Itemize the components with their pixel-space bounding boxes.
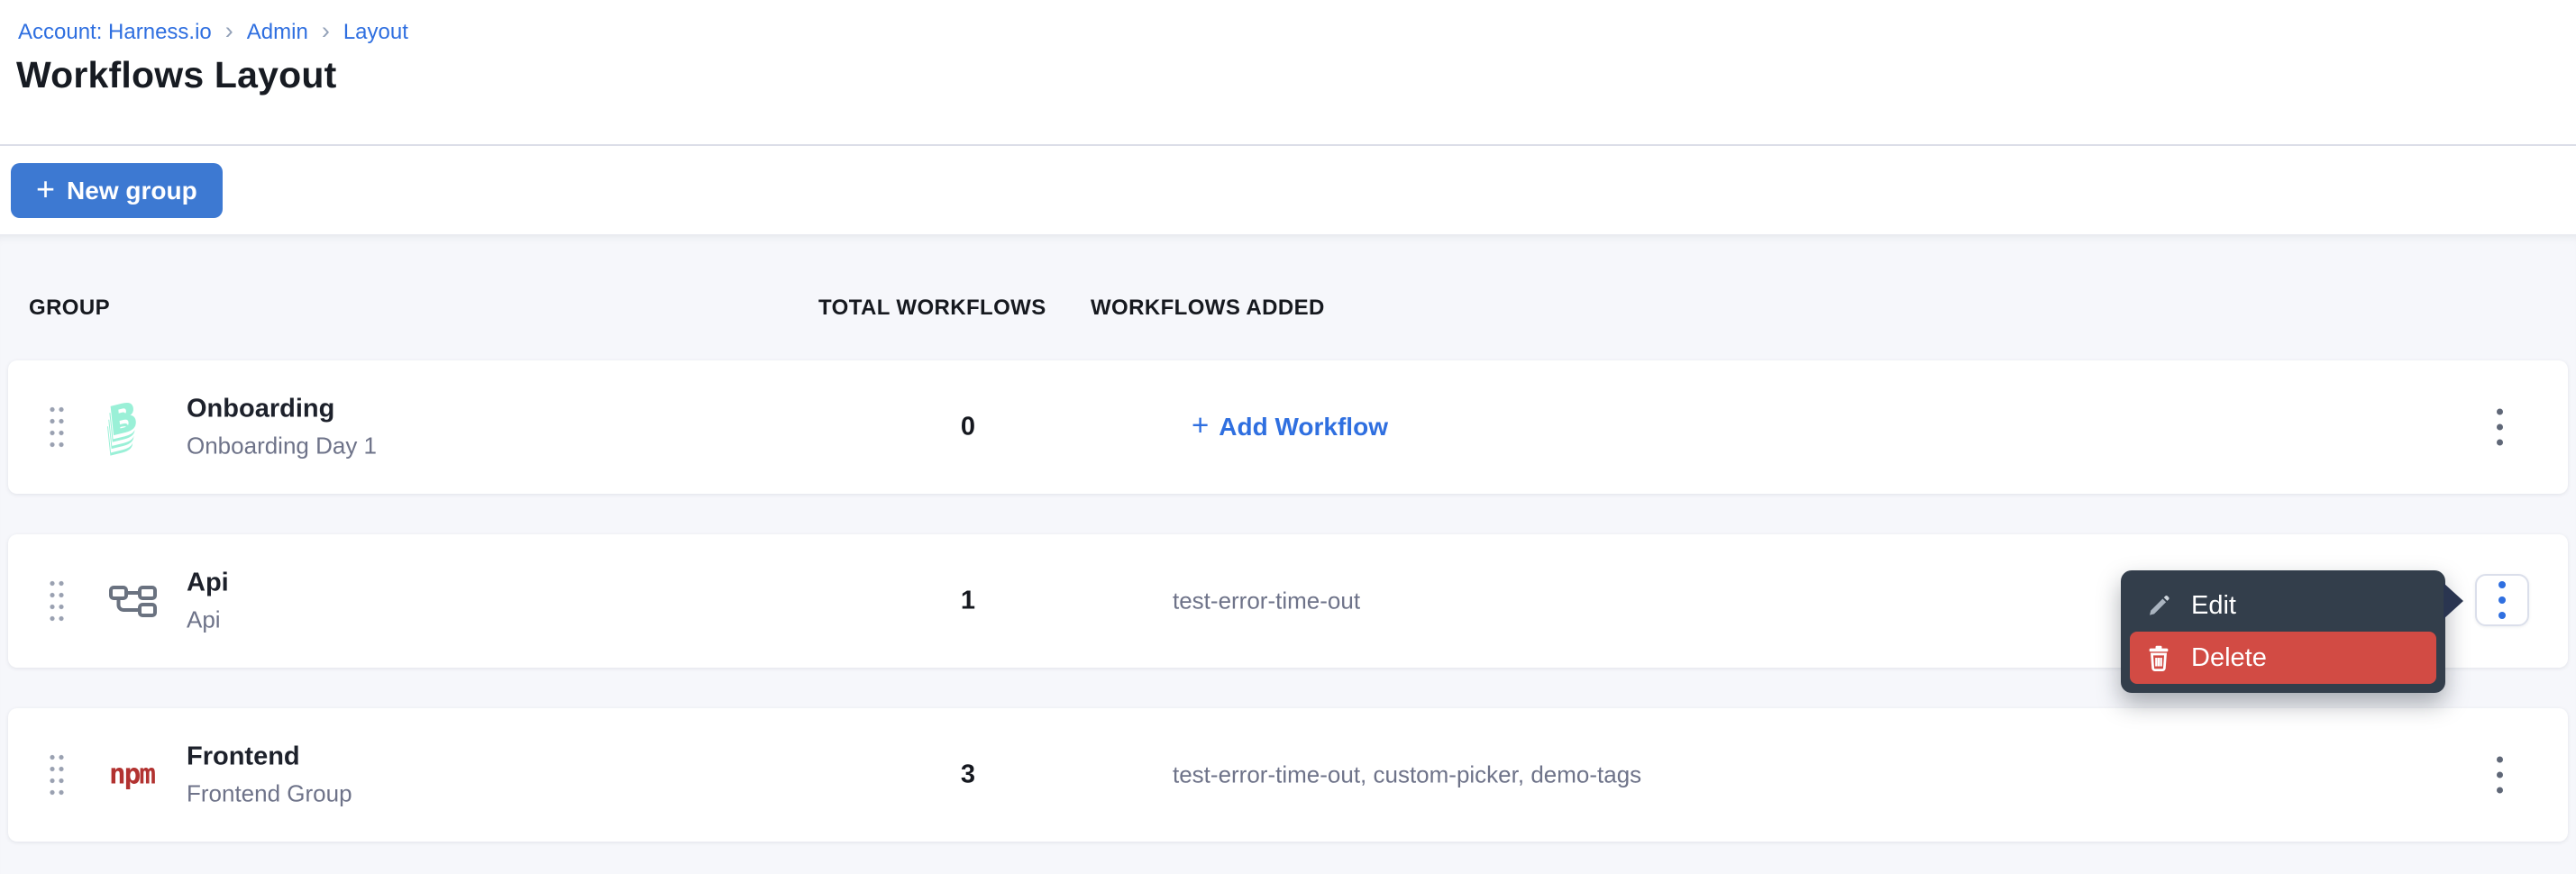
- plus-icon: +: [36, 173, 55, 205]
- breadcrumb-account-link[interactable]: Account: Harness.io: [18, 20, 212, 45]
- new-group-button[interactable]: + New group: [11, 163, 223, 218]
- pencil-icon: [2144, 592, 2173, 619]
- header-divider: [0, 144, 2576, 146]
- kebab-dot: [2497, 757, 2503, 763]
- group-name: Onboarding: [187, 395, 377, 424]
- page-title: Workflows Layout: [16, 54, 337, 96]
- add-workflow-label: Add Workflow: [1219, 413, 1388, 442]
- menu-item-delete-label: Delete: [2191, 643, 2267, 673]
- kebab-dot: [2498, 596, 2506, 604]
- group-description: Onboarding Day 1: [187, 432, 377, 460]
- breadcrumb: Account: Harness.io › Admin › Layout: [18, 20, 408, 45]
- breadcrumb-admin-link[interactable]: Admin: [247, 20, 308, 45]
- column-header-workflows-added: WORKFLOWS ADDED: [1091, 296, 1325, 321]
- drag-handle-icon[interactable]: [48, 578, 66, 624]
- group-name: Api: [187, 569, 229, 598]
- context-menu-arrow: [2444, 583, 2463, 619]
- menu-item-edit[interactable]: Edit: [2130, 579, 2436, 632]
- kebab-dot: [2497, 424, 2503, 431]
- breadcrumb-separator-icon: ›: [225, 19, 233, 43]
- row-menu-button[interactable]: [2488, 748, 2512, 803]
- onboarding-group-logo: B: [109, 407, 167, 447]
- row-menu-button[interactable]: [2488, 400, 2512, 455]
- npm-logo-icon: npm: [109, 761, 154, 789]
- column-header-total-workflows: TOTAL WORKFLOWS: [818, 296, 1046, 321]
- group-description: Frontend Group: [187, 780, 352, 808]
- workflows-layout-page: Account: Harness.io › Admin › Layout Wor…: [0, 0, 2576, 874]
- kebab-dot: [2498, 612, 2506, 619]
- table-row-onboarding: B Onboarding Onboarding Day 1 0 + Add Wo…: [8, 360, 2568, 494]
- kebab-dot: [2497, 440, 2503, 446]
- menu-item-delete[interactable]: Delete: [2130, 632, 2436, 684]
- group-title-block: Api Api: [187, 569, 229, 634]
- page-header: Account: Harness.io › Admin › Layout Wor…: [0, 0, 2576, 234]
- group-title-block: Frontend Frontend Group: [187, 742, 352, 808]
- drag-handle-icon[interactable]: [48, 404, 66, 451]
- drag-handle-icon[interactable]: [48, 751, 66, 798]
- row-menu-button-active[interactable]: [2475, 574, 2529, 626]
- kebab-dot: [2497, 409, 2503, 415]
- total-workflows-value: 1: [909, 587, 1027, 616]
- menu-item-edit-label: Edit: [2191, 591, 2236, 621]
- breadcrumb-layout-link[interactable]: Layout: [343, 20, 408, 45]
- total-workflows-value: 0: [909, 413, 1027, 442]
- trash-icon: [2144, 644, 2173, 671]
- table-row-api: Api Api 1 test-error-time-out: [8, 534, 2568, 668]
- total-workflows-value: 3: [909, 760, 1027, 790]
- api-group-logo: [109, 582, 167, 620]
- table-row-frontend: npm Frontend Frontend Group 3 test-error…: [8, 708, 2568, 842]
- workflows-added-list: test-error-time-out, custom-picker, demo…: [1173, 761, 1641, 789]
- kebab-dot: [2497, 772, 2503, 778]
- group-description: Api: [187, 606, 229, 634]
- stacked-layers-icon: B: [106, 396, 140, 443]
- new-group-button-label: New group: [67, 177, 197, 205]
- breadcrumb-separator-icon: ›: [322, 19, 330, 43]
- frontend-group-logo: npm: [109, 761, 167, 789]
- column-header-group: GROUP: [29, 296, 110, 321]
- groups-table: GROUP TOTAL WORKFLOWS WORKFLOWS ADDED B …: [0, 234, 2576, 874]
- kebab-dot: [2498, 581, 2506, 588]
- add-workflow-button[interactable]: + Add Workflow: [1192, 410, 1388, 444]
- group-title-block: Onboarding Onboarding Day 1: [187, 395, 377, 460]
- row-context-menu: Edit Delete: [2121, 570, 2445, 693]
- workflow-tree-icon: [109, 582, 158, 620]
- plus-icon: +: [1192, 408, 1209, 442]
- group-name: Frontend: [187, 742, 352, 772]
- workflows-added-list: test-error-time-out: [1173, 587, 1360, 615]
- kebab-dot: [2497, 788, 2503, 794]
